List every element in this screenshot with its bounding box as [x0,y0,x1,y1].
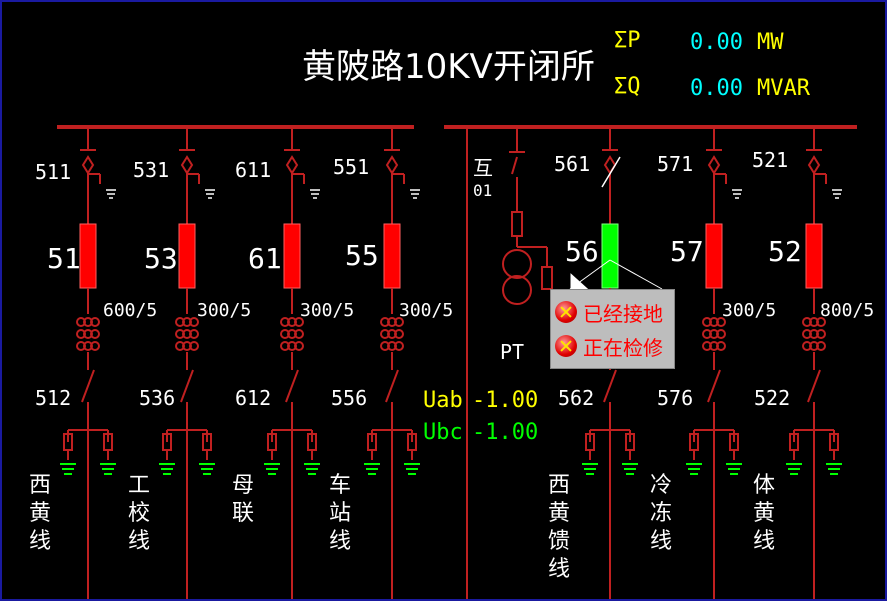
feeder-bottom-switch-label: 562 [558,386,595,410]
feeder-top-switch-label: 511 [35,160,72,184]
feeder-bay [786,127,842,599]
uab-label: Uab [423,388,463,413]
feeder-ct-ratio: 800/5 [820,300,875,321]
status-item-label: 正在检修 [583,335,663,360]
feeder-bay [60,127,116,599]
pt-label: PT [500,340,525,364]
feeder-breaker-label: 56 [565,235,599,268]
feeder-top-switch-label: 531 [133,158,170,182]
status-item-label: 已经接地 [583,301,663,326]
feeder-top-switch-label: 611 [235,158,272,182]
circuit-breaker[interactable] [283,223,301,289]
feeder-bottom-switch-label: 536 [139,386,176,410]
feeder-bottom-switch-label: 576 [657,386,694,410]
circuit-breaker[interactable] [383,223,401,289]
feeder-bay [159,127,215,599]
feeder-ct-ratio: 300/5 [722,300,777,321]
status-popup-menu: 已经接地 正在检修 [550,289,675,369]
feeder-top-switch-label: 551 [333,155,370,179]
sum-p-value: 0.00 [690,30,743,55]
feeder-name: 工校线 [127,473,150,554]
status-item-grounded[interactable]: 已经接地 [555,296,663,328]
status-item-maintenance[interactable]: 正在检修 [555,330,663,362]
feeder-name: 西黄线 [28,473,51,554]
feeder-bottom-switch-label: 556 [331,386,368,410]
feeder-ct-ratio: 300/5 [399,300,454,321]
feeder-breaker-label: 55 [345,239,379,272]
feeder-bottom-switch-label: 522 [754,386,791,410]
feeder-ct-ratio: 300/5 [300,300,355,321]
pt-switch-label-bottom: 01 [473,181,493,200]
sum-p-label: ΣP [614,28,641,53]
feeder-breaker-label: 61 [248,242,282,275]
alarm-icon [555,335,577,357]
feeder-ct-ratio: 600/5 [103,300,158,321]
pt-switch-label-top: 互 [473,156,493,180]
feeder-top-switch-label: 521 [752,148,789,172]
ubc-value: -1.00 [472,420,539,445]
circuit-breaker[interactable] [79,223,97,289]
feeder-bay [364,127,420,599]
sum-q-value: 0.00 [690,76,743,101]
feeder-name: 母联 [231,473,254,526]
station-title: 黄陂路10KV开闭所 [302,47,595,87]
feeder-name: 西黄馈线 [547,473,570,582]
feeder-ct-ratio: 300/5 [197,300,252,321]
uab-value: -1.00 [472,388,539,413]
alarm-icon [555,301,577,323]
feeder-top-switch-label: 571 [657,152,694,176]
sum-q-unit: MVAR [757,76,810,101]
feeder-breaker-label: 51 [47,242,81,275]
feeder-breaker-label: 52 [768,235,802,268]
circuit-breaker[interactable] [705,223,723,289]
feeder-bottom-switch-label: 512 [35,386,72,410]
feeder-breaker-label: 53 [144,242,178,275]
ubc-label: Ubc [423,420,463,445]
scada-window: 黄陂路10KV开闭所 ΣP 0.00 MW ΣQ 0.00 MVAR 互 01 … [0,0,887,601]
circuit-breaker[interactable] [178,223,196,289]
sum-p-unit: MW [757,30,784,55]
feeder-bottom-switch-label: 612 [235,386,272,410]
feeder-bay [264,127,320,599]
feeder-breaker-label: 57 [670,235,704,268]
pt-bay [502,127,553,305]
feeder-bay [686,127,742,599]
feeder-name: 体黄线 [752,473,775,554]
sum-q-label: ΣQ [614,74,641,99]
circuit-breaker[interactable] [805,223,823,289]
circuit-breaker[interactable] [601,223,619,289]
feeder-name: 冷冻线 [649,473,672,554]
feeder-top-switch-label: 561 [554,152,591,176]
feeder-name: 车站线 [328,473,351,554]
